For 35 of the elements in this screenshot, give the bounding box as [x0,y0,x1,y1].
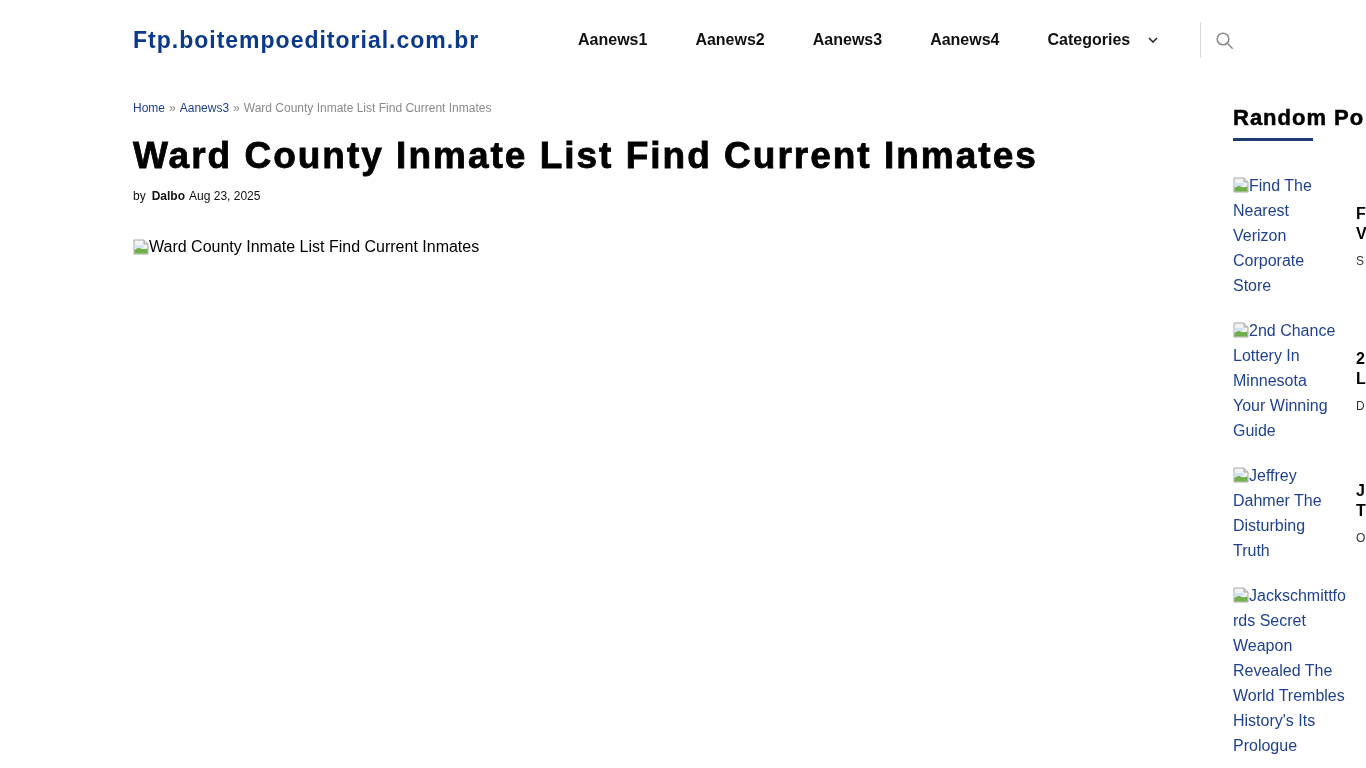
post-meta: O [1356,531,1366,545]
image-alt-text: Ward County Inmate List Find Current Inmates [149,237,480,257]
search-icon [1216,31,1234,49]
author-link[interactable]: Dalbo [151,188,186,204]
breadcrumb-link[interactable]: Aanews3 [179,101,230,115]
nav-link[interactable]: Aanews4 [930,30,1000,50]
broken-image-icon [133,239,149,255]
post-meta: D [1356,398,1366,413]
post-title[interactable]: J T [1356,481,1366,521]
breadcrumb-current: Ward County Inmate List Find Current Inmates [243,101,492,115]
post-title[interactable]: 2 L [1356,348,1366,389]
broken-image-icon [1233,467,1249,483]
site-logo[interactable]: Ftp.boitempoeditorial.com.br [133,26,578,54]
nav-link[interactable]: Aanews3 [812,30,883,50]
article-title: Ward County Inmate List Find Current Inmates [133,134,1039,178]
broken-image-icon [1233,587,1249,603]
post-meta: S [1356,253,1365,268]
nav-dropdown[interactable]: Categories [1047,30,1159,50]
byline-prefix: by [133,188,146,204]
post-image-link[interactable]: Find The Nearest Verizon Corporate Store [1233,173,1338,298]
breadcrumb-separator: » [233,101,240,115]
post-date: Aug 23, 2025 [189,188,261,204]
breadcrumb-link[interactable]: Home [133,101,165,115]
nav-link[interactable]: Aanews1 [578,30,648,50]
breadcrumb-separator: » [169,101,176,115]
broken-image-icon [1233,177,1249,193]
search-button[interactable] [1216,31,1234,49]
nav-link[interactable]: Aanews2 [695,30,765,50]
post-title[interactable]: F V [1356,203,1366,244]
chevron-down-icon [1148,37,1159,43]
broken-image-icon [1233,322,1249,338]
post-image-link[interactable]: Jackschmittfords Secret Weapon Revealed The World Trembles History's Its Prologue [1233,583,1348,758]
post-image-link[interactable]: Jeffrey Dahmer The Disturbing Truth [1233,463,1338,563]
sidebar-heading: Random Po [1233,104,1366,132]
post-image-link[interactable]: 2nd Chance Lottery In Minnesota Your Winning Guide [1233,318,1338,443]
